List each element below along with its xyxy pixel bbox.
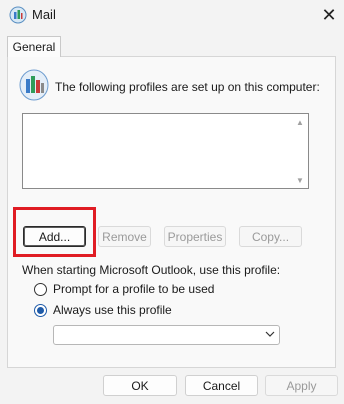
radio-always-use-profile[interactable]: Always use this profile (34, 303, 172, 317)
radio-always-label: Always use this profile (53, 303, 172, 317)
add-button[interactable]: Add... (23, 226, 86, 247)
radio-always-indicator[interactable] (34, 303, 47, 317)
apply-button[interactable]: Apply (265, 375, 338, 396)
tab-general[interactable]: General (7, 36, 61, 57)
close-button[interactable]: ✕ (316, 3, 342, 27)
remove-button[interactable]: Remove (98, 226, 151, 247)
radio-prompt-label: Prompt for a profile to be used (53, 282, 215, 296)
properties-button[interactable]: Properties (164, 226, 226, 247)
startup-label: When starting Microsoft Outlook, use thi… (22, 263, 281, 277)
copy-button[interactable]: Copy... (239, 226, 302, 247)
profile-select[interactable] (53, 325, 280, 345)
profiles-icon (18, 68, 50, 102)
window-title: Mail (32, 7, 56, 22)
profiles-description: The following profiles are set up on thi… (55, 80, 320, 94)
profiles-list[interactable]: ▲ ▼ (22, 113, 309, 189)
mail-profiles-icon (9, 6, 27, 24)
radio-prompt-indicator[interactable] (34, 282, 47, 296)
close-icon: ✕ (321, 4, 337, 25)
radio-prompt-profile[interactable]: Prompt for a profile to be used (34, 282, 214, 296)
chevron-down-icon (265, 329, 275, 342)
scroll-up-icon[interactable]: ▲ (294, 117, 306, 127)
ok-button[interactable]: OK (103, 375, 177, 396)
scroll-down-icon[interactable]: ▼ (294, 175, 306, 185)
cancel-button[interactable]: Cancel (185, 375, 258, 396)
profiles-list-scrollbar[interactable]: ▲ ▼ (292, 114, 308, 188)
